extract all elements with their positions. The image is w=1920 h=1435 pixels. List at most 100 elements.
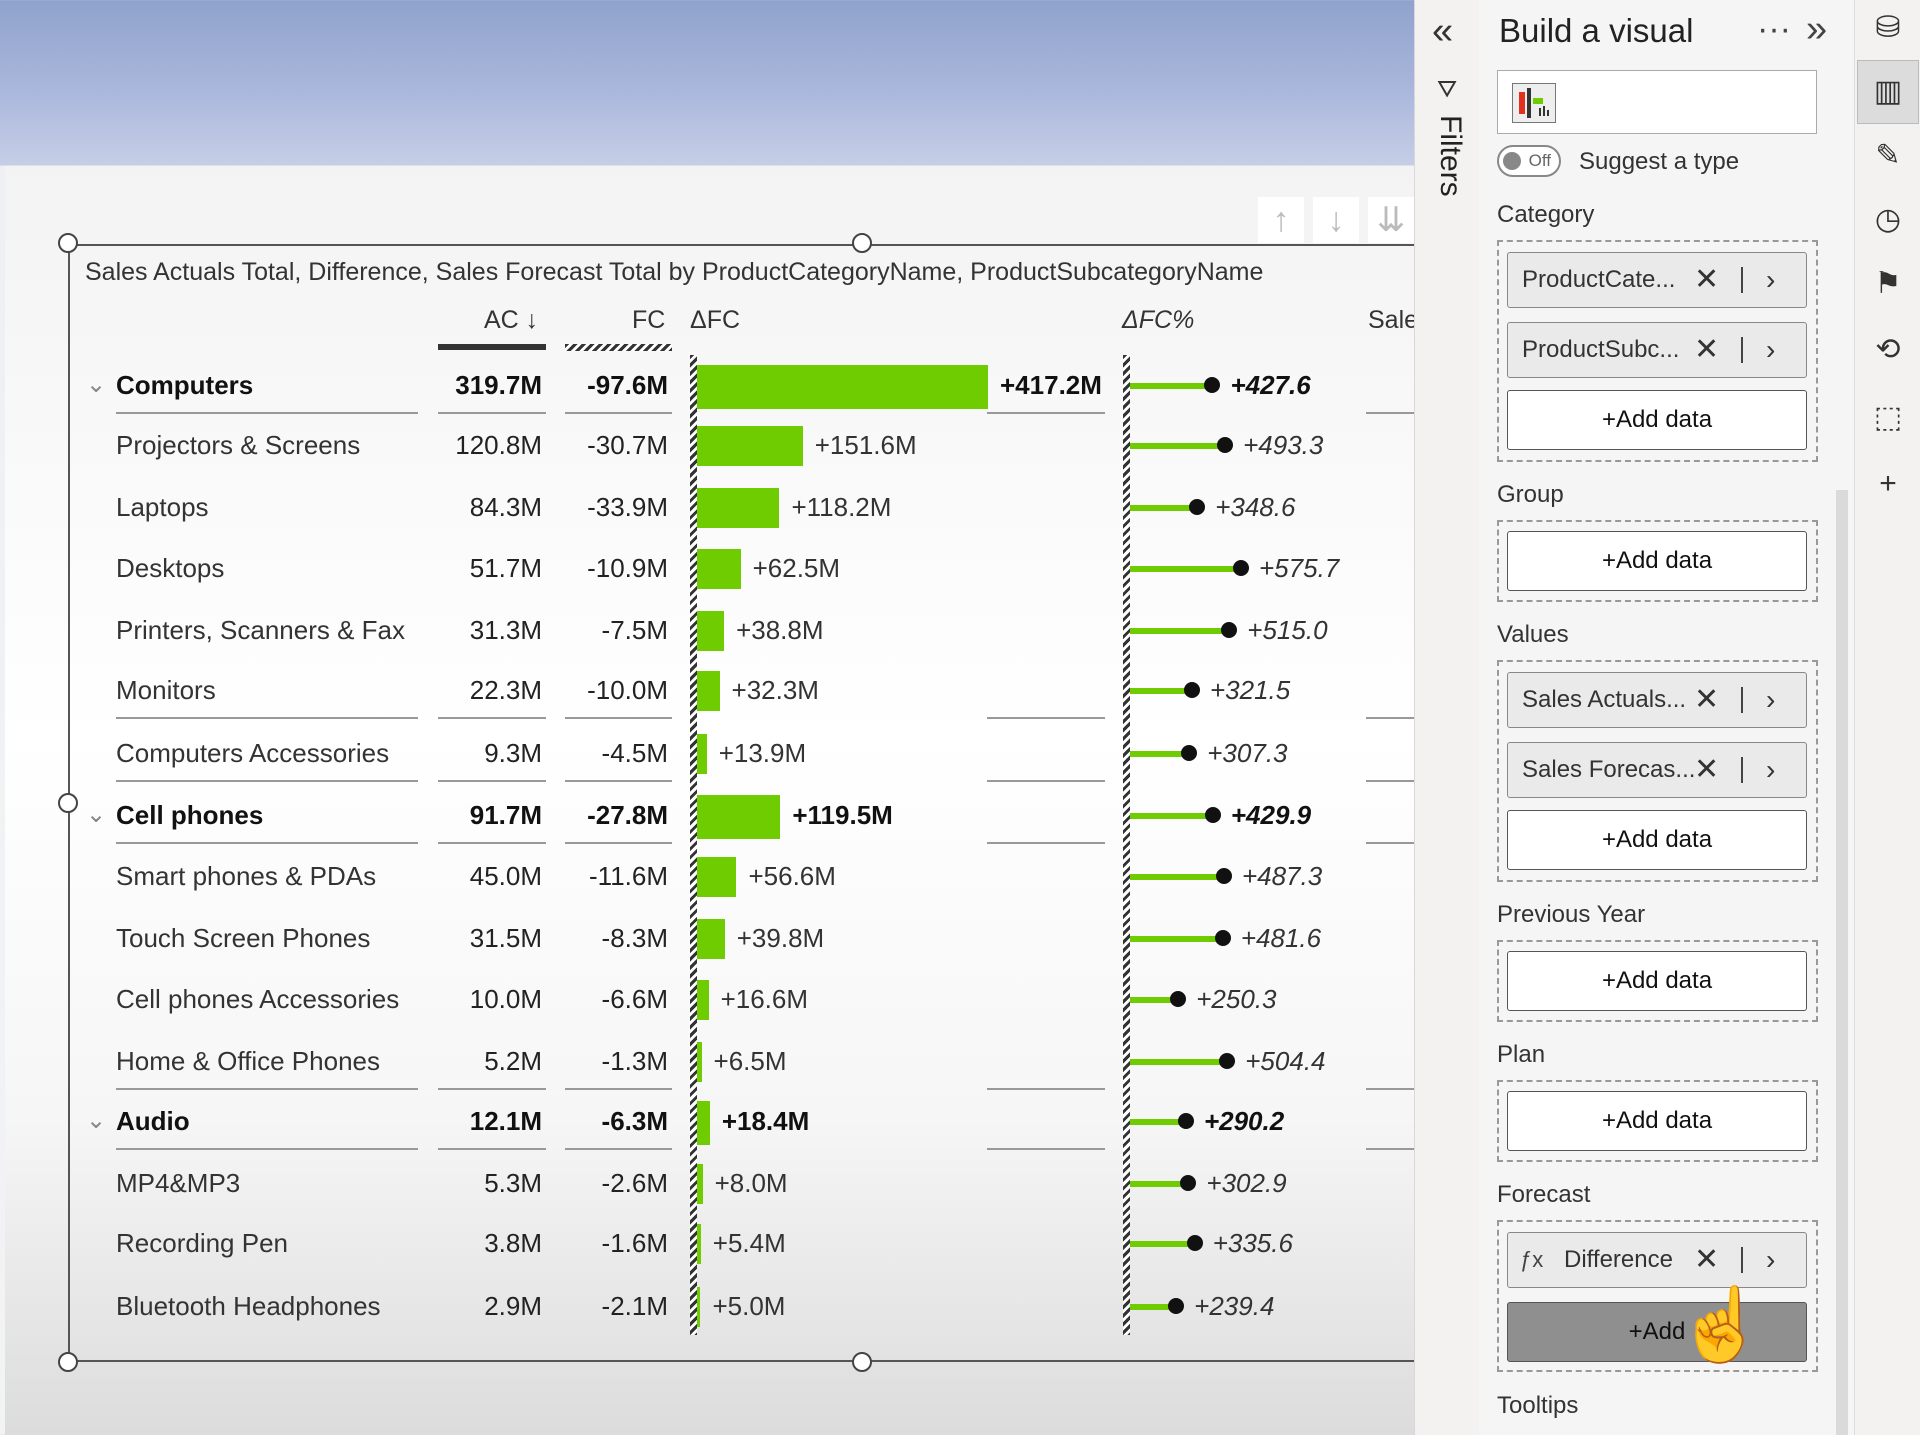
- dfc-pct-dot[interactable]: [1221, 622, 1238, 638]
- dfc-pct-lollipop[interactable]: [1130, 688, 1192, 694]
- chevron-right-icon[interactable]: ›: [1766, 1233, 1775, 1287]
- remove-field-icon[interactable]: ✕: [1694, 323, 1719, 377]
- table-row[interactable]: Home & Office Phones 5.2M -1.3M +6.5M +504.4: [0, 1041, 1414, 1090]
- resize-handle-top[interactable]: [852, 233, 872, 253]
- table-row[interactable]: Touch Screen Phones 31.5M -8.3M +39.8M +481.…: [0, 918, 1414, 959]
- suggest-type-toggle[interactable]: Off: [1497, 145, 1561, 177]
- field-chip[interactable]: Sales Actuals... ✕ ›: [1507, 672, 1807, 728]
- dfc-bar[interactable]: [697, 671, 720, 711]
- dfc-bar[interactable]: [697, 1224, 701, 1264]
- dfc-pct-lollipop[interactable]: [1130, 1059, 1228, 1065]
- table-row[interactable]: Smart phones & PDAs 45.0M -11.6M +56.6M +487…: [0, 856, 1414, 897]
- dfc-bar[interactable]: [697, 426, 803, 466]
- group-row[interactable]: ⌄ Cell phones 91.7M -27.8M +119.5M +429.9: [0, 795, 1414, 844]
- dfc-pct-dot[interactable]: [1180, 1175, 1197, 1191]
- collapse-chevron-icon[interactable]: ⌄: [86, 803, 106, 827]
- dfc-pct-dot[interactable]: [1168, 1298, 1185, 1314]
- expand-all-icon[interactable]: ⇊: [1368, 197, 1414, 243]
- dfc-pct-lollipop[interactable]: [1130, 936, 1223, 942]
- collapse-chevron-icon[interactable]: ⌄: [86, 1109, 106, 1133]
- dfc-pct-lollipop[interactable]: [1130, 874, 1224, 880]
- table-row[interactable]: Recording Pen 3.8M -1.6M +5.4M +335.6: [0, 1223, 1414, 1264]
- dfc-pct-lollipop[interactable]: [1130, 813, 1213, 819]
- column-header-dfc-pct[interactable]: ΔFC%: [1122, 306, 1194, 335]
- dfc-pct-lollipop[interactable]: [1130, 628, 1230, 634]
- group-well[interactable]: +Add data: [1497, 520, 1818, 602]
- dfc-pct-dot[interactable]: [1217, 437, 1234, 453]
- table-row[interactable]: Desktops 51.7M -10.9M +62.5M +575.7: [0, 548, 1414, 589]
- dfc-pct-dot[interactable]: [1204, 807, 1221, 823]
- chevron-right-icon[interactable]: ›: [1766, 253, 1775, 307]
- category-well[interactable]: ProductCate... ✕ › ProductSubc... ✕ › +A…: [1497, 240, 1818, 462]
- expand-right-icon[interactable]: »: [1806, 8, 1827, 51]
- dfc-bar[interactable]: [697, 611, 725, 651]
- group-row[interactable]: ⌄ Computers 319.7M -97.6M +417.2M +427.6: [0, 365, 1414, 414]
- field-chip[interactable]: Sales Forecas... ✕ ›: [1507, 742, 1807, 798]
- dfc-pct-lollipop[interactable]: [1130, 443, 1226, 449]
- dfc-bar[interactable]: [697, 919, 725, 959]
- collapse-left-icon[interactable]: «: [1432, 10, 1453, 53]
- sync-slicers-icon[interactable]: ⟲: [1868, 330, 1908, 370]
- filters-pane-collapsed[interactable]: « ⛛ Filters: [1415, 0, 1480, 1435]
- field-chip[interactable]: ProductCate... ✕ ›: [1507, 252, 1807, 308]
- add-data-button[interactable]: +Add data: [1507, 1091, 1807, 1151]
- previous-year-well[interactable]: +Add data: [1497, 940, 1818, 1022]
- data-icon[interactable]: ⛁: [1868, 8, 1908, 48]
- column-header-dfc[interactable]: ΔFC: [690, 306, 740, 335]
- dfc-pct-dot[interactable]: [1233, 560, 1249, 576]
- collapse-chevron-icon[interactable]: ⌄: [86, 373, 106, 397]
- column-header-truncated[interactable]: Sale: [1368, 306, 1418, 335]
- table-row[interactable]: Cell phones Accessories 10.0M -6.6M +16.6M +…: [0, 979, 1414, 1020]
- add-data-button[interactable]: +Add data: [1507, 531, 1807, 591]
- dfc-bar[interactable]: [697, 795, 781, 839]
- dfc-pct-dot[interactable]: [1215, 868, 1232, 884]
- dfc-pct-lollipop[interactable]: [1130, 1241, 1195, 1247]
- more-options-icon[interactable]: ···: [1757, 10, 1791, 49]
- dfc-pct-dot[interactable]: [1181, 745, 1198, 761]
- dfc-bar[interactable]: [697, 549, 741, 589]
- forecast-well[interactable]: ƒx Difference ✕ › +Add: [1497, 1220, 1818, 1372]
- remove-field-icon[interactable]: ✕: [1694, 673, 1719, 727]
- dfc-bar[interactable]: [697, 488, 780, 528]
- table-row[interactable]: Printers, Scanners & Fax 31.3M -7.5M +38.8M…: [0, 610, 1414, 651]
- group-row[interactable]: ⌄ Audio 12.1M -6.3M +18.4M +290.2: [0, 1101, 1414, 1150]
- bookmark-icon[interactable]: ⚑: [1868, 264, 1908, 304]
- add-pane-icon[interactable]: +: [1868, 464, 1908, 504]
- dfc-pct-dot[interactable]: [1170, 991, 1187, 1007]
- add-data-button[interactable]: +Add data: [1507, 810, 1807, 870]
- dfc-pct-dot[interactable]: [1214, 930, 1231, 946]
- dfc-bar[interactable]: [697, 1287, 701, 1327]
- add-data-button[interactable]: +Add data: [1507, 390, 1807, 450]
- dfc-bar[interactable]: [697, 1101, 710, 1145]
- drill-up-icon[interactable]: ↑: [1258, 197, 1304, 243]
- table-row[interactable]: MP4&MP3 5.3M -2.6M +8.0M +302.9: [0, 1163, 1414, 1204]
- table-row[interactable]: Laptops 84.3M -33.9M +118.2M +348.6: [0, 487, 1414, 528]
- table-row[interactable]: Bluetooth Headphones 2.9M -2.1M +5.0M +239.4: [0, 1286, 1414, 1327]
- dfc-bar[interactable]: [697, 1164, 703, 1204]
- remove-field-icon[interactable]: ✕: [1694, 1233, 1719, 1287]
- chevron-right-icon[interactable]: ›: [1766, 743, 1775, 797]
- column-header-fc[interactable]: FC: [632, 306, 665, 335]
- filters-label[interactable]: Filters: [1433, 115, 1467, 197]
- dfc-bar[interactable]: [697, 857, 737, 897]
- dfc-bar[interactable]: [697, 365, 988, 409]
- selection-icon[interactable]: ⬚: [1868, 398, 1908, 438]
- add-data-button[interactable]: +Add data: [1507, 951, 1807, 1011]
- visual-type-slot[interactable]: [1497, 70, 1817, 134]
- performance-icon[interactable]: ◷: [1868, 200, 1908, 240]
- build-visual-icon[interactable]: ▥: [1868, 72, 1908, 112]
- resize-handle-bottom[interactable]: [852, 1352, 872, 1372]
- dfc-pct-lollipop[interactable]: [1130, 383, 1213, 389]
- values-well[interactable]: Sales Actuals... ✕ › Sales Forecas... ✕ …: [1497, 660, 1818, 882]
- dfc-pct-dot[interactable]: [1219, 1053, 1236, 1069]
- dfc-bar[interactable]: [697, 980, 709, 1020]
- plan-well[interactable]: +Add data: [1497, 1080, 1818, 1162]
- resize-handle-bottom-left[interactable]: [58, 1352, 78, 1372]
- dfc-pct-dot[interactable]: [1189, 499, 1206, 515]
- drill-down-icon[interactable]: ↓: [1313, 197, 1359, 243]
- chevron-right-icon[interactable]: ›: [1766, 673, 1775, 727]
- dfc-pct-dot[interactable]: [1177, 1113, 1194, 1129]
- dfc-pct-dot[interactable]: [1204, 377, 1221, 393]
- table-row[interactable]: Monitors 22.3M -10.0M +32.3M +321.5: [0, 670, 1414, 719]
- field-chip[interactable]: ProductSubc... ✕ ›: [1507, 322, 1807, 378]
